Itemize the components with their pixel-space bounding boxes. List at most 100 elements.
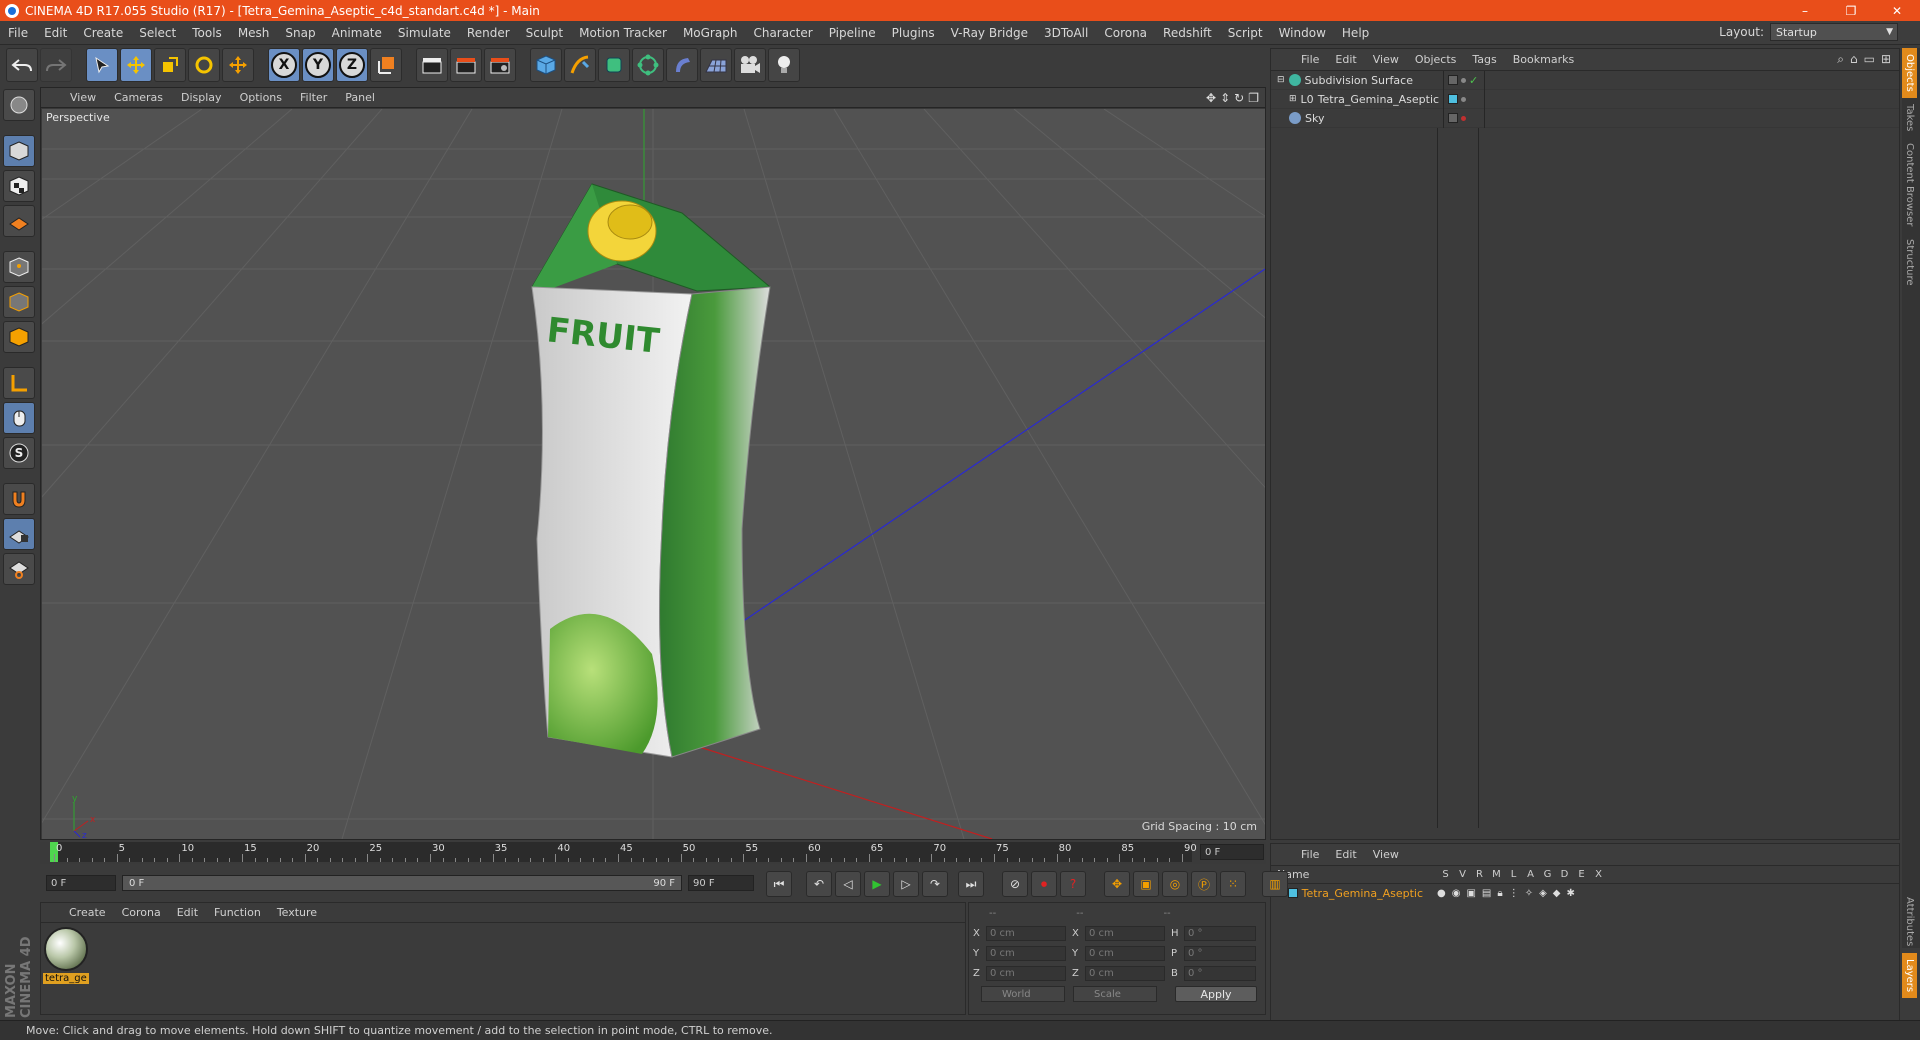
- menu-snap[interactable]: Snap: [277, 26, 323, 40]
- size-x-field[interactable]: 0 cm: [1085, 925, 1165, 941]
- lock-toggle-icon[interactable]: 🔒︎: [1497, 888, 1502, 899]
- expressions-toggle-icon[interactable]: ◆: [1553, 888, 1561, 899]
- view-toggle-icon[interactable]: ◉: [1452, 888, 1461, 899]
- size-y-field[interactable]: 0 cm: [1085, 945, 1165, 961]
- menu-sculpt[interactable]: Sculpt: [518, 26, 571, 40]
- viewport-menu-panel[interactable]: Panel: [336, 91, 384, 104]
- toggle-layout-icon[interactable]: ❐: [1248, 91, 1259, 105]
- position-x-field[interactable]: 0 cm: [986, 925, 1066, 941]
- z-axis-lock-button[interactable]: Z: [336, 48, 368, 82]
- enabled-check-icon[interactable]: ✓: [1469, 74, 1478, 87]
- tab-attributes[interactable]: Attributes: [1902, 891, 1917, 952]
- menu-window[interactable]: Window: [1271, 26, 1334, 40]
- material-name[interactable]: tetra_ge: [43, 973, 89, 984]
- viewport-menu-cameras[interactable]: Cameras: [105, 91, 172, 104]
- visibility-dot[interactable]: [1461, 77, 1466, 83]
- layer-chip[interactable]: [1448, 113, 1458, 123]
- menu-animate[interactable]: Animate: [324, 26, 390, 40]
- render-picture-viewer-button[interactable]: [450, 48, 482, 82]
- manager-toggle-icon[interactable]: ▤: [1482, 888, 1491, 899]
- solo-mode-button[interactable]: S: [3, 437, 35, 469]
- key-rotation-button[interactable]: ◎: [1162, 871, 1188, 897]
- lm-menu-edit[interactable]: Edit: [1327, 848, 1364, 861]
- play-button[interactable]: ▶: [864, 871, 890, 897]
- y-axis-lock-button[interactable]: Y: [302, 48, 334, 82]
- menu-corona[interactable]: Corona: [1096, 26, 1155, 40]
- object-row-sky[interactable]: Sky: [1271, 108, 1899, 128]
- previous-frame-button[interactable]: ◁: [835, 871, 861, 897]
- start-frame-field[interactable]: 0 F: [46, 875, 116, 891]
- tab-objects[interactable]: Objects: [1902, 48, 1917, 98]
- mat-menu-corona[interactable]: Corona: [114, 906, 169, 919]
- viewport-menu-display[interactable]: Display: [172, 91, 231, 104]
- key-pla-button[interactable]: ⁙: [1220, 871, 1246, 897]
- menu-select[interactable]: Select: [131, 26, 184, 40]
- scale-tool-button[interactable]: [154, 48, 186, 82]
- position-z-field[interactable]: 0 cm: [986, 965, 1066, 981]
- undo-button[interactable]: [6, 48, 38, 82]
- end-frame-field[interactable]: 90 F: [688, 875, 754, 891]
- om-menu-view[interactable]: View: [1365, 53, 1407, 66]
- menu-render[interactable]: Render: [459, 26, 518, 40]
- menu-edit[interactable]: Edit: [36, 26, 75, 40]
- layer-row[interactable]: └ Tetra_Gemina_Aseptic ● ◉ ▣ ▤ 🔒︎ ⋮ ✧ ◈ …: [1271, 884, 1899, 902]
- menu-character[interactable]: Character: [745, 26, 820, 40]
- solo-toggle-icon[interactable]: ●: [1437, 888, 1446, 899]
- render-view-button[interactable]: [416, 48, 448, 82]
- render-settings-button[interactable]: [484, 48, 516, 82]
- material-swatch[interactable]: [44, 927, 88, 971]
- timeline-window-button[interactable]: ▥: [1262, 871, 1288, 897]
- transform-tool-button[interactable]: [222, 48, 254, 82]
- mat-menu-edit[interactable]: Edit: [169, 906, 206, 919]
- previous-key-button[interactable]: ↶: [806, 871, 832, 897]
- model-mode-button[interactable]: [3, 135, 35, 167]
- rotate-view-icon[interactable]: ↻: [1234, 91, 1244, 105]
- menu-vray-bridge[interactable]: V-Ray Bridge: [943, 26, 1036, 40]
- x-axis-lock-button[interactable]: X: [268, 48, 300, 82]
- menu-help[interactable]: Help: [1334, 26, 1377, 40]
- go-to-start-button[interactable]: ⏮: [766, 871, 792, 897]
- layer-chip[interactable]: [1448, 94, 1458, 104]
- menu-3dtoall[interactable]: 3DToAll: [1036, 26, 1096, 40]
- collapse-icon[interactable]: ⊟: [1277, 75, 1285, 85]
- key-position-button[interactable]: ✥: [1104, 871, 1130, 897]
- move-tool-button[interactable]: [120, 48, 152, 82]
- menu-create[interactable]: Create: [75, 26, 131, 40]
- workplane-mode-button[interactable]: [3, 205, 35, 237]
- visibility-dot[interactable]: [1461, 115, 1466, 121]
- next-frame-button[interactable]: ▷: [893, 871, 919, 897]
- add-deformer-button[interactable]: [666, 48, 698, 82]
- tab-content-browser[interactable]: Content Browser: [1902, 137, 1917, 232]
- rotation-b-field[interactable]: 0 °: [1184, 965, 1256, 981]
- texture-mode-button[interactable]: [3, 170, 35, 202]
- perspective-viewport[interactable]: FRUIT y x z Perspective Grid Spacing : 1…: [42, 109, 1265, 839]
- motion-record-button[interactable]: ⊘: [1002, 871, 1028, 897]
- add-light-button[interactable]: [768, 48, 800, 82]
- minimize-button[interactable]: –: [1782, 0, 1828, 21]
- layout-dropdown[interactable]: Startup ▼: [1770, 23, 1898, 41]
- redo-button[interactable]: [40, 48, 72, 82]
- auto-key-button[interactable]: ?: [1060, 871, 1086, 897]
- polygons-mode-button[interactable]: [3, 321, 35, 353]
- key-scale-button[interactable]: ▣: [1133, 871, 1159, 897]
- menu-mograph[interactable]: MoGraph: [675, 26, 746, 40]
- add-cube-button[interactable]: [530, 48, 562, 82]
- om-menu-file[interactable]: File: [1293, 53, 1327, 66]
- mat-menu-function[interactable]: Function: [206, 906, 269, 919]
- menu-script[interactable]: Script: [1220, 26, 1271, 40]
- mat-menu-create[interactable]: Create: [61, 906, 114, 919]
- menu-pipeline[interactable]: Pipeline: [821, 26, 884, 40]
- viewport-menu-options[interactable]: Options: [231, 91, 291, 104]
- mat-menu-texture[interactable]: Texture: [269, 906, 325, 919]
- make-editable-button[interactable]: [3, 89, 35, 121]
- go-to-end-button[interactable]: ⏭: [958, 871, 984, 897]
- viewport-menu-view[interactable]: View: [61, 91, 105, 104]
- timeline-ruler[interactable]: 0 5 10 15 20 25 30 35 40 45 50 55 60 65 70 75 80 85 90: [50, 842, 1197, 862]
- rotation-p-field[interactable]: 0 °: [1184, 945, 1256, 961]
- coordinate-space-dropdown[interactable]: World: [981, 986, 1065, 1002]
- size-z-field[interactable]: 0 cm: [1085, 965, 1165, 981]
- om-menu-objects[interactable]: Objects: [1407, 53, 1465, 66]
- om-menu-bookmarks[interactable]: Bookmarks: [1505, 53, 1582, 66]
- add-subdivision-button[interactable]: [598, 48, 630, 82]
- current-frame-field[interactable]: 0 F: [1200, 844, 1264, 860]
